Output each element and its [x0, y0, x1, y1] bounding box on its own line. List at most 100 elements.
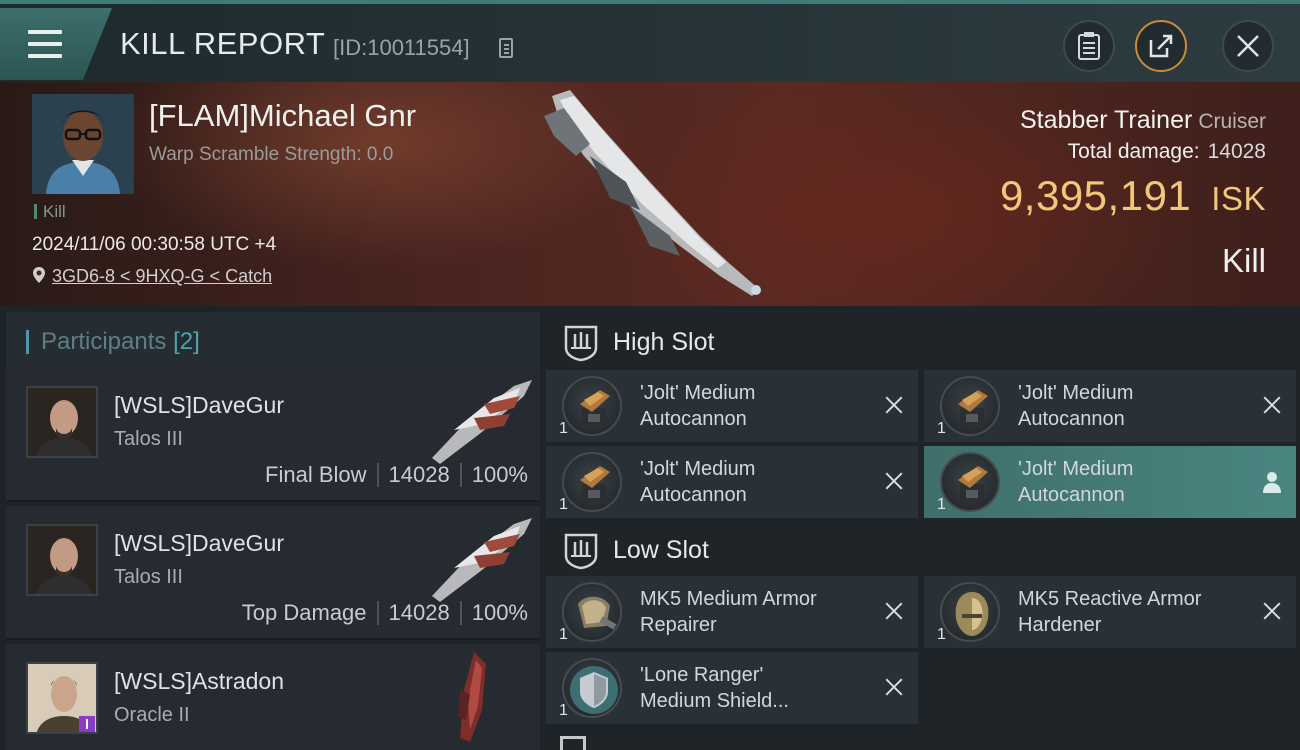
- module-name: MK5 Medium Armor Repairer: [640, 588, 817, 636]
- participant-ship: Talos III: [114, 566, 183, 588]
- top-bar: KILL REPORT [ID:10011554]: [0, 0, 1300, 82]
- victim-name[interactable]: [FLAM]Michael Gnr: [149, 98, 416, 134]
- armor-repairer-icon: [562, 582, 622, 642]
- clipboard-button[interactable]: [1063, 20, 1115, 72]
- module-quantity: 1: [937, 420, 946, 437]
- module-name: 'Jolt' Medium Autocannon: [640, 458, 756, 506]
- participant-ship-image: [432, 518, 532, 602]
- participant-role: Top Damage: [241, 600, 367, 625]
- autocannon-icon: [940, 452, 1000, 512]
- low-slot-title: Low Slot: [613, 536, 709, 564]
- module-name: 'Jolt' Medium Autocannon: [1018, 458, 1134, 506]
- total-damage-value: 14028: [1207, 140, 1266, 163]
- remove-x-icon: [882, 393, 906, 417]
- victim-ship-image: [544, 90, 761, 296]
- participant-name: [WSLS]DaveGur: [114, 392, 284, 418]
- autocannon-icon: [562, 452, 622, 512]
- menu-icon: [28, 30, 62, 66]
- participant-damage: 14028: [388, 600, 450, 625]
- isk-value: 9,395,191 ISK: [1000, 172, 1266, 220]
- module-name: 'Lone Ranger' Medium Shield...: [640, 664, 789, 712]
- participant-stats: Final Blow 14028 100%: [265, 462, 528, 488]
- mid-slot-icon: [560, 736, 586, 750]
- participant-card[interactable]: [WSLS]DaveGur Talos III Top Damage 14028…: [6, 506, 540, 640]
- page-title: KILL REPORT: [120, 26, 326, 61]
- high-slot-header: High Slot: [546, 310, 1300, 372]
- avatar: [26, 524, 98, 596]
- copy-icon[interactable]: [499, 38, 513, 58]
- armor-hardener-icon: [940, 582, 1000, 642]
- location-pin-icon: [33, 267, 45, 283]
- participant-percent: 100%: [471, 462, 528, 487]
- participant-damage: 14028: [388, 462, 450, 487]
- module-item[interactable]: 1 'Jolt' Medium Autocannon: [924, 446, 1296, 518]
- module-item[interactable]: 1 MK5 Medium Armor Repairer: [546, 576, 918, 648]
- report-id: [ID:10011554]: [333, 35, 470, 60]
- module-item[interactable]: 1 MK5 Reactive Armor Hardener: [924, 576, 1296, 648]
- module-quantity: 1: [559, 626, 568, 643]
- module-name: MK5 Reactive Armor Hardener: [1018, 588, 1202, 636]
- kill-result: Kill: [1221, 242, 1266, 279]
- victim-banner: [FLAM]Michael Gnr Warp Scramble Strength…: [0, 82, 1300, 306]
- total-damage: Total damage: 14028: [1068, 140, 1266, 164]
- participants-count: [2]: [173, 328, 200, 355]
- avatar: [26, 662, 98, 734]
- avatar: [26, 386, 98, 458]
- clipboard-icon: [1078, 32, 1100, 60]
- kill-tag: Kill: [34, 203, 66, 220]
- fitting-panel: High Slot 1 'Jolt' Medium Autocannon 1 'J…: [540, 306, 1300, 750]
- participant-card[interactable]: [WSLS]Astradon Oracle II: [6, 644, 540, 750]
- isk-amount: 9,395,191: [999, 172, 1192, 219]
- module-item[interactable]: 1 'Jolt' Medium Autocannon: [546, 370, 918, 442]
- high-slot-icon: [564, 325, 598, 362]
- module-name: 'Jolt' Medium Autocannon: [640, 382, 756, 430]
- location-link[interactable]: 3GD6-8 < 9HXQ-G < Catch: [52, 266, 272, 286]
- share-icon: [1149, 34, 1173, 58]
- module-quantity: 1: [559, 496, 568, 513]
- remove-x-icon: [1260, 599, 1284, 623]
- menu-button[interactable]: [0, 8, 112, 80]
- participants-panel: Participants [2] [WSLS]DaveGur Talos III…: [0, 306, 540, 750]
- module-quantity: 1: [937, 626, 946, 643]
- remove-x-icon: [1260, 393, 1284, 417]
- shield-icon: [562, 658, 622, 718]
- ship-name: Stabber Trainer: [1019, 106, 1193, 134]
- autocannon-icon: [562, 376, 622, 436]
- module-quantity: 1: [559, 702, 568, 719]
- low-slot-icon: [564, 533, 598, 570]
- module-quantity: 1: [937, 496, 946, 513]
- participant-name: [WSLS]DaveGur: [114, 530, 284, 556]
- remove-x-icon: [882, 675, 906, 699]
- participant-ship-image: [432, 380, 532, 464]
- participant-ship-image: [458, 652, 486, 742]
- total-damage-label: Total damage:: [1067, 140, 1200, 163]
- module-item[interactable]: 1 'Jolt' Medium Autocannon: [924, 370, 1296, 442]
- high-slot-title: High Slot: [613, 328, 715, 356]
- victim-ship[interactable]: Stabber Trainer Cruiser: [1020, 106, 1266, 135]
- isk-unit: ISK: [1211, 180, 1266, 217]
- close-button[interactable]: [1222, 20, 1274, 72]
- remove-x-icon: [882, 599, 906, 623]
- participant-name: [WSLS]Astradon: [114, 668, 285, 694]
- participant-percent: 100%: [471, 600, 528, 625]
- share-button[interactable]: [1135, 20, 1187, 72]
- module-quantity: 1: [559, 420, 568, 437]
- warp-scramble-strength: Warp Scramble Strength: 0.0: [149, 144, 394, 165]
- participant-stats: Top Damage 14028 100%: [242, 600, 528, 626]
- low-slot-header: Low Slot: [546, 518, 1300, 580]
- module-item[interactable]: 1 'Jolt' Medium Autocannon: [546, 446, 918, 518]
- participant-ship: Talos III: [114, 428, 183, 450]
- module-name: 'Jolt' Medium Autocannon: [1018, 382, 1134, 430]
- ship-class: Cruiser: [1198, 110, 1266, 133]
- participant-ship: Oracle II: [114, 704, 190, 726]
- participant-card[interactable]: [WSLS]DaveGur Talos III Final Blow 14028…: [6, 368, 540, 502]
- victim-portrait[interactable]: [32, 94, 134, 194]
- remove-x-icon: [882, 469, 906, 493]
- participant-role: Final Blow: [265, 462, 367, 487]
- participants-label: Participants: [41, 328, 167, 355]
- user-icon: [1263, 472, 1281, 493]
- close-icon: [1237, 35, 1259, 57]
- module-item[interactable]: 1 'Lone Ranger' Medium Shield...: [546, 652, 918, 724]
- autocannon-icon: [940, 376, 1000, 436]
- kill-location[interactable]: 3GD6-8 < 9HXQ-G < Catch: [32, 266, 272, 287]
